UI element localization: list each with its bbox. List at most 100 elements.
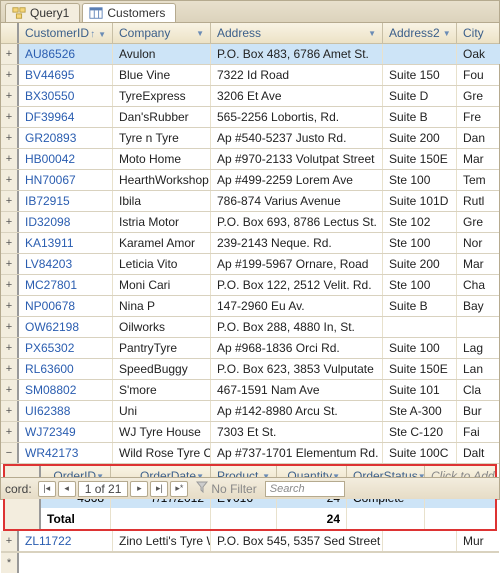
cell-customerid[interactable]: GR20893 <box>19 128 113 148</box>
next-record-button[interactable]: ▸ <box>130 481 148 497</box>
expand-toggle[interactable]: + <box>1 65 19 85</box>
cell-address2[interactable]: Ste 102 <box>383 212 457 232</box>
cell-company[interactable]: S'more <box>113 380 211 400</box>
cell-customerid[interactable]: IB72915 <box>19 191 113 211</box>
cell-address2[interactable]: Suite B <box>383 296 457 316</box>
filter-indicator[interactable]: No Filter <box>196 481 256 496</box>
cell-address2[interactable]: Suite 101 <box>383 380 457 400</box>
cell-company[interactable]: Karamel Amor <box>113 233 211 253</box>
cell-address2[interactable]: Suite 200 <box>383 128 457 148</box>
cell-customerid[interactable]: BX30550 <box>19 86 113 106</box>
expand-toggle[interactable]: + <box>1 86 19 106</box>
last-record-button[interactable]: ▸| <box>150 481 168 497</box>
cell-customerid[interactable]: LV84203 <box>19 254 113 274</box>
expand-toggle[interactable]: − <box>1 443 19 463</box>
tab-query1[interactable]: Query1 <box>5 3 80 22</box>
cell-address[interactable]: P.O. Box 545, 5357 Sed Street <box>211 531 383 551</box>
cell-city[interactable]: Dalt <box>457 443 500 463</box>
table-row[interactable]: +UI62388UniAp #142-8980 Arcu St.Ste A-30… <box>1 401 499 422</box>
cell-address2[interactable]: Ste A-300 <box>383 401 457 421</box>
cell-company[interactable]: Tyre n Tyre <box>113 128 211 148</box>
expand-toggle[interactable]: + <box>1 422 19 442</box>
table-row[interactable]: +WJ72349WJ Tyre House7303 Et St.Ste C-12… <box>1 422 499 443</box>
table-row[interactable]: −WR42173Wild Rose Tyre Co.Ap #737-1701 E… <box>1 443 499 464</box>
cell-address[interactable]: Ap #968-1836 Orci Rd. <box>211 338 383 358</box>
cell-address[interactable]: 786-874 Varius Avenue <box>211 191 383 211</box>
table-row[interactable]: +AU86526AvulonP.O. Box 483, 6786 Amet St… <box>1 44 499 65</box>
cell-address2[interactable] <box>383 44 457 64</box>
table-row[interactable]: +ID32098Istria MotorP.O. Box 693, 8786 L… <box>1 212 499 233</box>
cell-address[interactable]: 467-1591 Nam Ave <box>211 380 383 400</box>
cell-address2[interactable]: Suite 150E <box>383 359 457 379</box>
prev-record-button[interactable]: ◂ <box>58 481 76 497</box>
table-row[interactable]: +KA13911Karamel Amor239-2143 Neque. Rd.S… <box>1 233 499 254</box>
cell-customerid[interactable]: ZL11722 <box>19 531 113 551</box>
cell-city[interactable]: Gre <box>457 212 500 232</box>
cell-address[interactable]: 7322 Id Road <box>211 65 383 85</box>
new-record-button[interactable]: ▸* <box>170 481 188 497</box>
expand-toggle[interactable]: + <box>1 149 19 169</box>
table-row[interactable]: +HB00042Moto HomeAp #970-2133 Volutpat S… <box>1 149 499 170</box>
dropdown-icon[interactable]: ▼ <box>443 29 451 38</box>
table-row[interactable]: +IB72915Ibila786-874 Varius AvenueSuite … <box>1 191 499 212</box>
cell-city[interactable]: Lag <box>457 338 500 358</box>
cell-city[interactable]: Mar <box>457 149 500 169</box>
cell-address2[interactable] <box>383 531 457 551</box>
table-row[interactable]: +NP00678Nina P147-2960 Eu Av.Suite BBay <box>1 296 499 317</box>
cell-customerid[interactable]: DF39964 <box>19 107 113 127</box>
cell-city[interactable]: Dan <box>457 128 500 148</box>
cell-company[interactable]: Avulon <box>113 44 211 64</box>
table-row[interactable]: +DF39964Dan'sRubber565-2256 Lobortis, Rd… <box>1 107 499 128</box>
cell-address2[interactable]: Suite 150E <box>383 149 457 169</box>
cell-company[interactable]: Leticia Vito <box>113 254 211 274</box>
cell-city[interactable]: Fai <box>457 422 500 442</box>
expand-toggle[interactable]: + <box>1 254 19 274</box>
cell-company[interactable]: Nina P <box>113 296 211 316</box>
table-row[interactable]: +SM08802S'more467-1591 Nam AveSuite 101C… <box>1 380 499 401</box>
table-row[interactable]: +RL63600SpeedBuggyP.O. Box 623, 3853 Vul… <box>1 359 499 380</box>
cell-address2[interactable]: Ste 100 <box>383 275 457 295</box>
expand-toggle[interactable]: + <box>1 44 19 64</box>
cell-customerid[interactable]: RL63600 <box>19 359 113 379</box>
cell-city[interactable]: Cha <box>457 275 500 295</box>
cell-customerid[interactable]: UI62388 <box>19 401 113 421</box>
cell-address2[interactable]: Suite 150 <box>383 65 457 85</box>
cell-customerid[interactable]: HN70067 <box>19 170 113 190</box>
cell-company[interactable]: Istria Motor <box>113 212 211 232</box>
cell-customerid[interactable]: NP00678 <box>19 296 113 316</box>
cell-address2[interactable]: Suite B <box>383 107 457 127</box>
expand-toggle[interactable]: + <box>1 212 19 232</box>
table-row[interactable]: +LV84203Leticia VitoAp #199-5967 Ornare,… <box>1 254 499 275</box>
expand-toggle[interactable]: + <box>1 359 19 379</box>
dropdown-icon[interactable]: ▼ <box>98 30 106 39</box>
cell-address2[interactable]: Suite 100 <box>383 338 457 358</box>
expand-toggle[interactable]: + <box>1 275 19 295</box>
cell-city[interactable]: Bur <box>457 401 500 421</box>
cell-company[interactable]: TyreExpress <box>113 86 211 106</box>
cell-company[interactable]: Blue Vine <box>113 65 211 85</box>
cell-city[interactable]: Fre <box>457 107 500 127</box>
cell-company[interactable]: WJ Tyre House <box>113 422 211 442</box>
expand-toggle[interactable]: + <box>1 128 19 148</box>
cell-customerid[interactable]: PX65302 <box>19 338 113 358</box>
cell-city[interactable]: Bay <box>457 296 500 316</box>
cell-customerid[interactable]: OW62198 <box>19 317 113 337</box>
cell-address[interactable]: Ap #499-2259 Lorem Ave <box>211 170 383 190</box>
search-input[interactable] <box>265 481 345 497</box>
column-header-address[interactable]: Address▼ <box>211 23 383 43</box>
table-row[interactable]: +MC27801Moni CariP.O. Box 122, 2512 Veli… <box>1 275 499 296</box>
expand-toggle[interactable]: + <box>1 107 19 127</box>
cell-customerid[interactable]: WR42173 <box>19 443 113 463</box>
cell-customerid[interactable]: BV44695 <box>19 65 113 85</box>
cell-company[interactable]: Moni Cari <box>113 275 211 295</box>
cell-city[interactable]: Mur <box>457 531 500 551</box>
expand-toggle[interactable]: + <box>1 401 19 421</box>
expand-toggle[interactable]: + <box>1 170 19 190</box>
cell-customerid[interactable]: AU86526 <box>19 44 113 64</box>
cell-company[interactable]: Uni <box>113 401 211 421</box>
cell-address[interactable]: P.O. Box 483, 6786 Amet St. <box>211 44 383 64</box>
cell-city[interactable]: Fou <box>457 65 500 85</box>
cell-customerid[interactable]: WJ72349 <box>19 422 113 442</box>
expand-toggle[interactable]: + <box>1 380 19 400</box>
cell-city[interactable]: Oak <box>457 44 500 64</box>
